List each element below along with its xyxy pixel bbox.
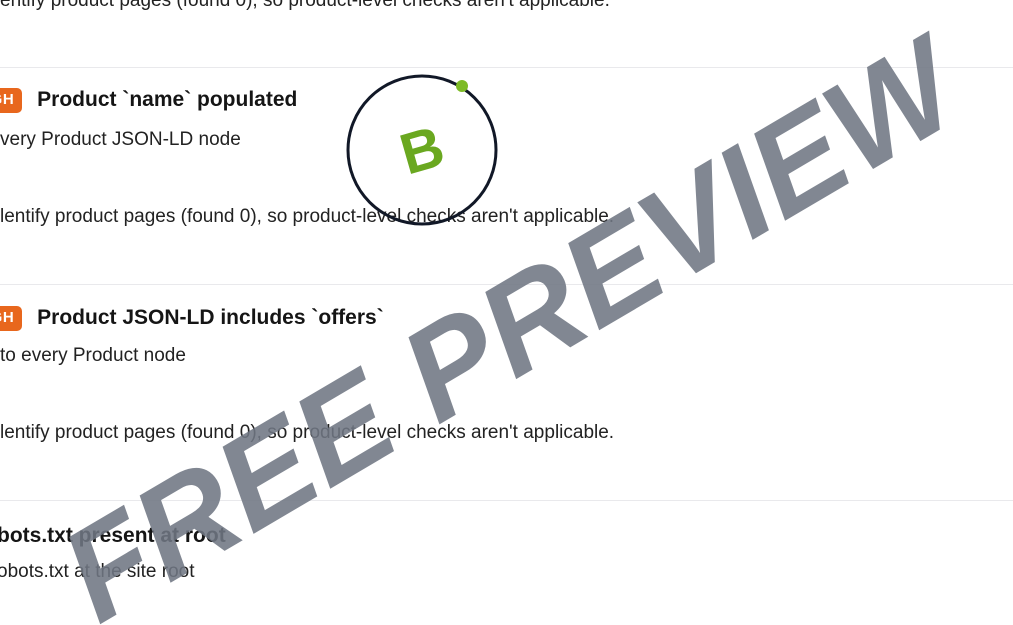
check-result-text: lentify product pages (found 0), so prod… bbox=[0, 422, 615, 443]
grade-indicator: B bbox=[346, 74, 498, 226]
check-description: very Product JSON-LD node bbox=[0, 129, 241, 150]
check-header: IGH Product JSON-LD includes `offers` bbox=[0, 306, 384, 331]
check-header: IGH Product `name` populated bbox=[0, 88, 297, 113]
check-result-text: lentify product pages (found 0), so prod… bbox=[0, 206, 615, 227]
audit-results-page: entify product pages (found 0), so produ… bbox=[0, 0, 1013, 625]
check-title: Product `name` populated bbox=[37, 88, 298, 112]
check-title: Product JSON-LD includes `offers` bbox=[37, 306, 384, 330]
check-result-text: entify product pages (found 0), so produ… bbox=[0, 0, 610, 11]
divider bbox=[0, 284, 1013, 285]
check-title: bots.txt present at root bbox=[0, 524, 226, 547]
check-description: obots.txt at the site root bbox=[0, 561, 195, 582]
divider bbox=[0, 67, 1013, 68]
severity-badge: IGH bbox=[0, 306, 23, 331]
check-description: to every Product node bbox=[0, 345, 186, 366]
divider bbox=[0, 500, 1013, 501]
grade-progress-dot bbox=[456, 80, 468, 92]
grade-letter: B bbox=[393, 113, 451, 187]
severity-badge: IGH bbox=[0, 88, 23, 113]
